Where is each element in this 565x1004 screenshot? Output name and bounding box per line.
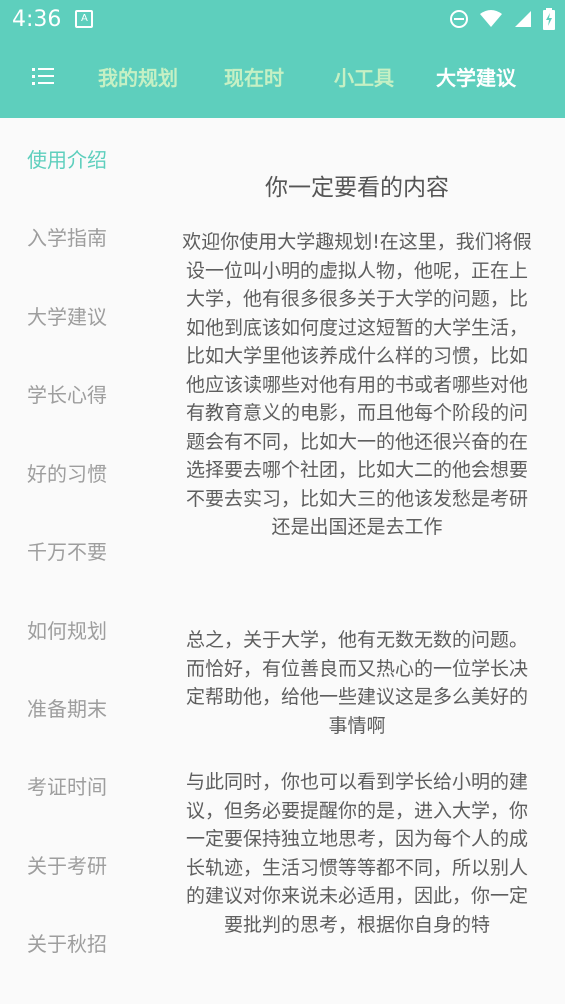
sidebar-item-autumn-recruitment[interactable]: 关于秋招	[27, 928, 107, 957]
sidebar-item-enrollment-guide[interactable]: 入学指南	[27, 222, 107, 251]
content-title: 你一定要看的内容	[265, 175, 449, 201]
content-panel: 你一定要看的内容 欢迎你使用大学趣规划!在这里，我们将假设一位叫小明的虚拟人物，…	[182, 118, 532, 1004]
signal-icon	[515, 11, 531, 27]
sidebar-item-donts[interactable]: 千万不要	[27, 536, 107, 565]
wifi-icon	[480, 10, 502, 27]
content-paragraph-2: 总之，关于大学，他有无数无数的问题。而恰好，有位善良而又热心的一位学长决定帮助他…	[185, 629, 528, 737]
sidebar-item-college-advice[interactable]: 大学建议	[27, 301, 107, 330]
status-time: 4:36	[12, 6, 62, 32]
sidebar-item-finals[interactable]: 准备期末	[27, 693, 107, 722]
notification-icon: A	[75, 10, 94, 28]
do-not-disturb-icon	[450, 10, 468, 28]
sidebar-item-intro[interactable]: 使用介绍	[27, 144, 107, 173]
top-toolbar: 我的规划 现在时 小工具 大学建议	[0, 38, 565, 118]
sidebar-item-good-habits[interactable]: 好的习惯	[27, 458, 107, 487]
tab-college-advice[interactable]: 大学建议	[436, 62, 516, 91]
tab-my-plan[interactable]: 我的规划	[98, 62, 178, 91]
menu-icon[interactable]	[32, 65, 54, 87]
sidebar: 使用介绍 入学指南 大学建议 学长心得 好的习惯 千万不要 如何规划 准备期末 …	[0, 118, 150, 1004]
tab-tools[interactable]: 小工具	[334, 62, 394, 91]
content-paragraph-1: 欢迎你使用大学趣规划!在这里，我们将假设一位叫小明的虚拟人物，他呢，正在上大学，…	[182, 231, 532, 538]
sidebar-item-senior-tips[interactable]: 学长心得	[27, 379, 107, 408]
content-paragraph-3: 与此同时，你也可以看到学长给小明的建议，但务必要提醒你的是，进入大学，你一定要保…	[185, 771, 528, 936]
tab-present[interactable]: 现在时	[224, 62, 284, 91]
sidebar-item-grad-exam[interactable]: 关于考研	[27, 850, 107, 879]
battery-icon	[543, 8, 555, 30]
status-bar: 4:36 A	[0, 0, 565, 38]
status-icons	[449, 8, 555, 30]
sidebar-item-certificates[interactable]: 考证时间	[27, 771, 107, 800]
sidebar-item-how-to-plan[interactable]: 如何规划	[27, 615, 107, 644]
